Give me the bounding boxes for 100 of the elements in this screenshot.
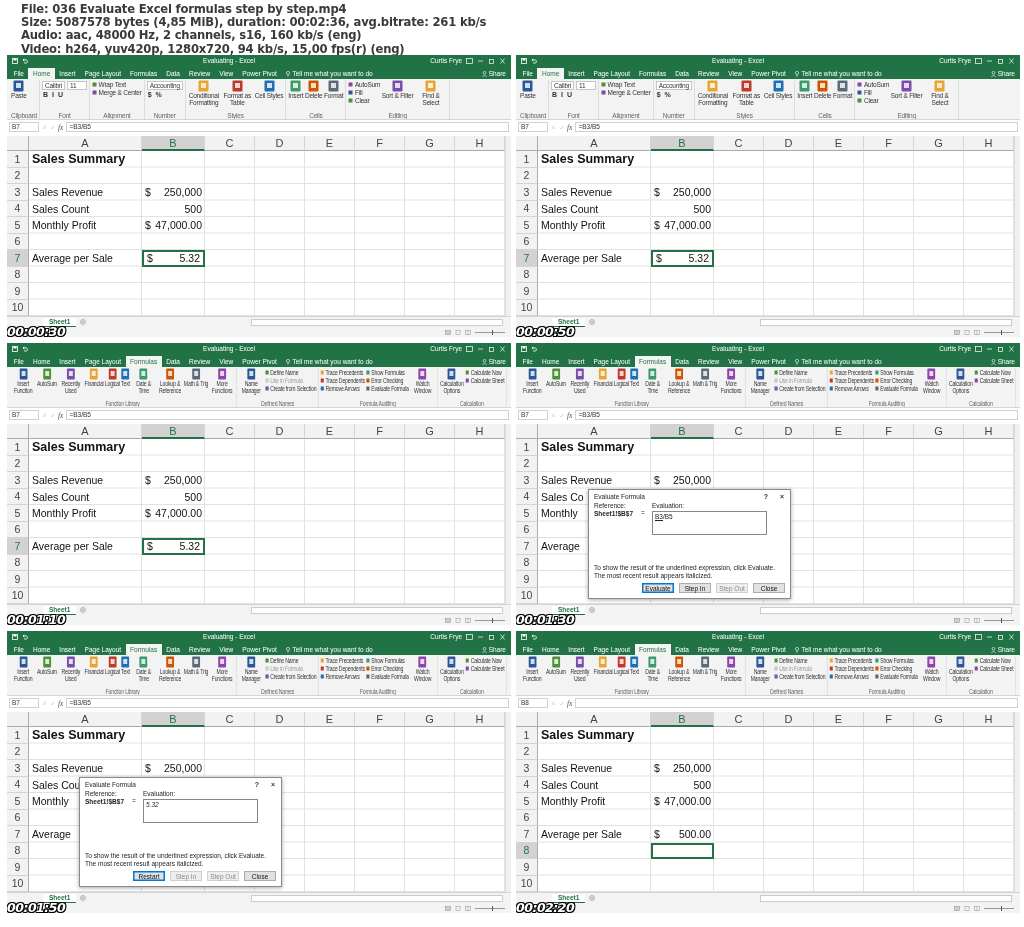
row-header[interactable]: 9 [7,283,29,300]
minimize-icon[interactable] [986,633,993,640]
undo-icon[interactable] [22,345,28,352]
save-icon[interactable] [521,57,527,64]
row-header[interactable]: 3 [7,184,29,201]
column-header[interactable]: C [714,712,764,727]
save-icon[interactable] [12,57,18,64]
select-all-button[interactable] [7,424,29,439]
page-layout-icon[interactable] [455,618,461,623]
column-header[interactable]: C [205,136,255,151]
page-layout-icon[interactable] [964,906,970,911]
column-header[interactable]: E [305,424,355,439]
column-header[interactable]: H [455,136,505,151]
select-all-button[interactable] [516,424,538,439]
page-break-icon[interactable] [465,330,471,335]
row-header[interactable]: 3 [7,760,29,777]
minimize-icon[interactable] [477,633,484,640]
column-header[interactable]: G [405,136,455,151]
restore-icon[interactable] [488,57,495,64]
column-header[interactable]: B [142,424,205,439]
row-header[interactable]: 5 [7,505,29,522]
add-sheet-icon[interactable] [80,895,87,901]
undo-icon[interactable] [22,57,28,64]
column-header[interactable]: H [455,712,505,727]
cancel-icon[interactable] [42,700,47,706]
restore-icon[interactable] [488,345,495,352]
column-header[interactable]: A [29,136,142,151]
row-header[interactable]: 3 [516,760,538,777]
vertical-scrollbar[interactable] [1014,424,1020,604]
cancel-icon[interactable] [551,700,556,706]
row-header[interactable]: 9 [516,283,538,300]
page-layout-icon[interactable] [455,906,461,911]
column-header[interactable]: G [405,424,455,439]
horizontal-scrollbar[interactable] [760,894,1012,902]
minimize-icon[interactable] [986,57,993,64]
column-header[interactable]: G [914,136,964,151]
close-icon[interactable] [1008,57,1015,64]
column-header[interactable]: F [864,712,914,727]
vertical-scrollbar[interactable] [505,136,511,316]
row-header[interactable]: 1 [7,151,29,168]
ribbon-display-icon[interactable] [466,633,473,640]
page-layout-icon[interactable] [455,330,461,335]
horizontal-scrollbar[interactable] [251,894,503,902]
save-icon[interactable] [521,633,527,640]
page-break-icon[interactable] [974,618,980,623]
page-break-icon[interactable] [974,906,980,911]
row-header[interactable]: 5 [516,505,538,522]
close-icon[interactable] [499,57,506,64]
vertical-scrollbar[interactable] [1014,136,1020,316]
select-all-button[interactable] [516,712,538,727]
row-header[interactable]: 7 [7,826,29,843]
normal-view-icon[interactable] [445,618,451,623]
row-header[interactable]: 9 [516,571,538,588]
column-header[interactable]: A [538,136,651,151]
enter-icon[interactable] [559,124,564,130]
close-icon[interactable] [499,633,506,640]
page-break-icon[interactable] [465,906,471,911]
row-header[interactable]: 1 [516,439,538,456]
column-header[interactable]: D [764,424,814,439]
add-sheet-icon[interactable] [589,319,596,325]
column-header[interactable]: B [142,712,205,727]
add-sheet-icon[interactable] [589,607,596,613]
column-header[interactable]: D [764,712,814,727]
ribbon-display-icon[interactable] [466,345,473,352]
select-all-button[interactable] [7,712,29,727]
column-header[interactable]: D [764,136,814,151]
undo-icon[interactable] [531,633,537,640]
row-header[interactable]: 9 [7,859,29,876]
column-header[interactable]: E [814,712,864,727]
normal-view-icon[interactable] [954,618,960,623]
enter-icon[interactable] [50,124,55,130]
row-header[interactable]: 5 [7,217,29,234]
column-header[interactable]: H [964,712,1014,727]
normal-view-icon[interactable] [445,330,451,335]
cancel-icon[interactable] [42,412,47,418]
column-header[interactable]: H [455,424,505,439]
row-header[interactable]: 9 [516,859,538,876]
undo-icon[interactable] [22,633,28,640]
column-header[interactable]: C [714,136,764,151]
ribbon-display-icon[interactable] [975,633,982,640]
column-header[interactable]: A [538,712,651,727]
normal-view-icon[interactable] [954,330,960,335]
select-all-button[interactable] [7,136,29,151]
row-header[interactable]: 3 [516,472,538,489]
save-icon[interactable] [12,633,18,640]
column-header[interactable]: D [255,424,305,439]
restore-icon[interactable] [997,57,1004,64]
row-header[interactable]: 5 [516,217,538,234]
add-sheet-icon[interactable] [80,319,87,325]
column-header[interactable]: A [29,712,142,727]
ribbon-display-icon[interactable] [975,57,982,64]
save-icon[interactable] [12,345,18,352]
minimize-icon[interactable] [477,345,484,352]
restore-icon[interactable] [997,345,1004,352]
restore-icon[interactable] [488,633,495,640]
close-icon[interactable] [499,345,506,352]
cancel-icon[interactable] [42,124,47,130]
ribbon-display-icon[interactable] [975,345,982,352]
column-header[interactable]: D [255,712,305,727]
row-header[interactable]: 7 [7,250,29,267]
